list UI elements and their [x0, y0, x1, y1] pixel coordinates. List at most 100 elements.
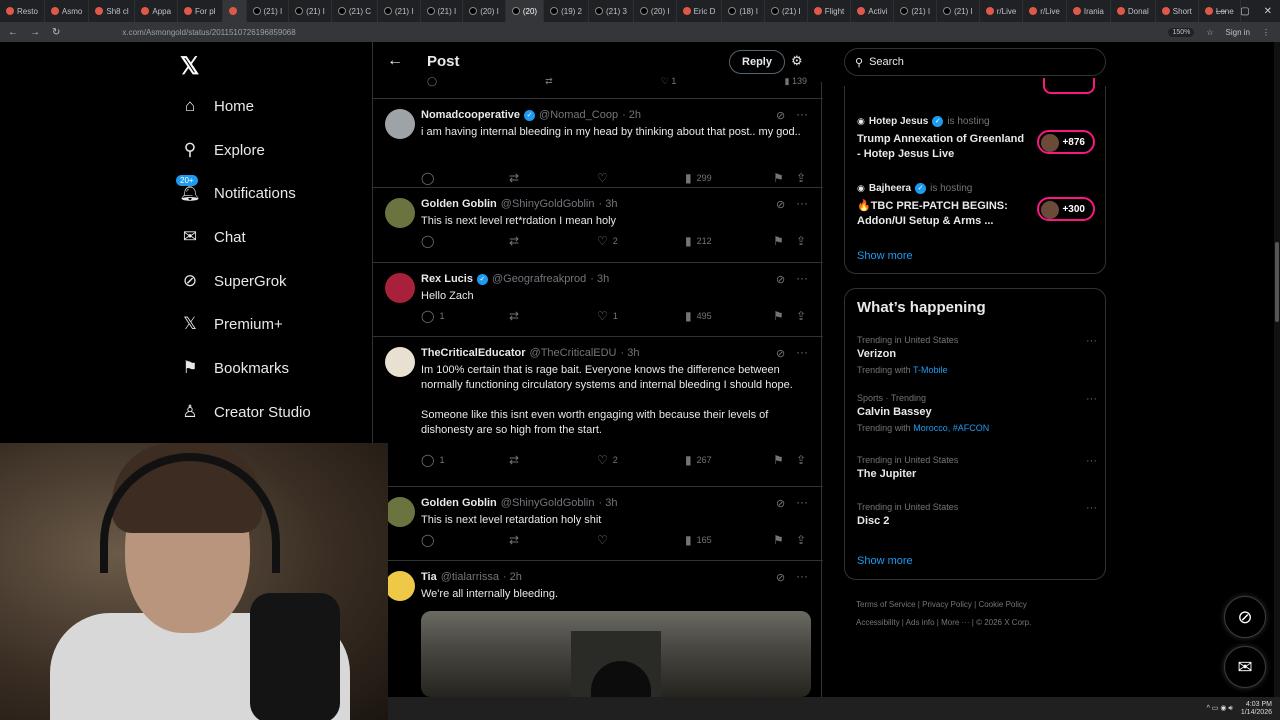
- live-listener-badge[interactable]: +300: [1037, 197, 1095, 221]
- avatar[interactable]: [385, 571, 415, 601]
- back-arrow-icon[interactable]: ←: [387, 52, 403, 70]
- browser-tab[interactable]: Asmo: [45, 0, 90, 22]
- more-options-icon[interactable]: ···: [796, 107, 808, 121]
- bookmark-button[interactable]: ⚑: [773, 234, 784, 248]
- footer-link[interactable]: Privacy Policy: [922, 600, 972, 609]
- extensions-icon[interactable]: ⋮: [1262, 28, 1270, 37]
- sidebar-item-home[interactable]: ⌂ Home: [180, 96, 254, 116]
- tweet-time[interactable]: · 3h: [599, 198, 618, 210]
- maximize-icon[interactable]: ▢: [1240, 6, 1249, 17]
- browser-tab[interactable]: [222, 0, 247, 22]
- grok-icon[interactable]: ⊘: [776, 347, 785, 360]
- trend-related-link[interactable]: T-Mobile: [913, 365, 948, 375]
- grok-icon[interactable]: ⊘: [776, 109, 785, 122]
- browser-tab[interactable]: Activi: [851, 0, 895, 22]
- avatar[interactable]: [385, 273, 415, 303]
- sidebar-item-premium-[interactable]: 𝕏 Premium+: [180, 314, 283, 334]
- messages-fab-button[interactable]: ✉: [1224, 646, 1266, 688]
- more-options-icon[interactable]: ···: [796, 569, 808, 583]
- footer-link[interactable]: Cookie Policy: [978, 600, 1026, 609]
- star-icon[interactable]: ☆: [1206, 28, 1213, 37]
- trend-more-icon[interactable]: ···: [1086, 455, 1097, 467]
- grok-fab-button[interactable]: ⊘: [1224, 596, 1266, 638]
- share-button[interactable]: ⇪: [796, 234, 806, 248]
- avatar[interactable]: [385, 497, 415, 527]
- browser-tab[interactable]: (21) 3: [589, 0, 634, 22]
- browser-tab[interactable]: (21) I: [289, 0, 332, 22]
- sidebar-item-explore[interactable]: ⚲ Explore: [180, 140, 265, 160]
- views-button[interactable]: ▮ 267: [685, 453, 712, 467]
- more-options-icon[interactable]: ···: [796, 271, 808, 285]
- tweet-time[interactable]: · 3h: [599, 497, 618, 509]
- sign-in-button[interactable]: Sign in: [1226, 28, 1250, 37]
- like-button[interactable]: ♡ 2: [597, 234, 618, 248]
- browser-tab[interactable]: (20): [505, 0, 545, 22]
- trend-item[interactable]: Trending in United States Verizon Trending…: [857, 335, 1097, 375]
- footer-link[interactable]: Terms of Service: [856, 600, 916, 609]
- tweet-reply[interactable]: Tia @tialarrissa · 2h ⊘ ··· We're all interna…: [373, 560, 823, 720]
- url-field[interactable]: x.com/Asmongold/status/20115107261968590…: [122, 28, 295, 37]
- x-logo-icon[interactable]: 𝕏: [180, 52, 199, 81]
- back-icon[interactable]: ←: [8, 27, 18, 38]
- views-button[interactable]: ▮ 212: [685, 234, 712, 248]
- browser-tab[interactable]: (21) I: [765, 0, 808, 22]
- scrollbar-thumb[interactable]: [1275, 242, 1279, 322]
- live-space-item[interactable]: ◉ Bajheera ✓ is hosting 🔥TBC PRE-PATCH BEGIN…: [857, 183, 1097, 229]
- zoom-level[interactable]: 150%: [1168, 27, 1195, 37]
- forward-icon[interactable]: →: [30, 27, 40, 38]
- host-name[interactable]: Bajheera: [869, 183, 911, 194]
- tweet-reply[interactable]: Rex Lucis ✓ @Geografreakprod · 3h ⊘ ··· Hello …: [373, 262, 823, 336]
- author-name[interactable]: Golden Goblin: [421, 198, 497, 210]
- reply-button[interactable]: ◯: [421, 533, 439, 547]
- tweet-time[interactable]: · 2h: [503, 571, 522, 583]
- browser-tab[interactable]: For pl: [178, 0, 223, 22]
- bookmark-button[interactable]: ⚑: [773, 533, 784, 547]
- browser-tab[interactable]: (18) I: [722, 0, 766, 22]
- trend-item[interactable]: Trending in United States Disc 2 ···: [857, 502, 1097, 527]
- author-name[interactable]: TheCriticalEducator: [421, 347, 526, 359]
- avatar[interactable]: [385, 347, 415, 377]
- retweet-button[interactable]: ⇄: [509, 171, 524, 185]
- share-button[interactable]: ⇪: [796, 171, 806, 185]
- tweet-reply[interactable]: TheCriticalEducator @TheCriticalEDU · 3h ⊘ ·…: [373, 336, 823, 486]
- live-listener-badge[interactable]: +876: [1037, 130, 1095, 154]
- tray-icons[interactable]: ^ ▭ ◉ 🔊︎: [1207, 704, 1233, 713]
- bookmark-button[interactable]: ⚑: [773, 453, 784, 467]
- sidebar-item-creator-studio[interactable]: ♙ Creator Studio: [180, 402, 310, 422]
- bookmark-button[interactable]: ⚑: [773, 309, 784, 323]
- browser-tab[interactable]: Flight: [808, 0, 852, 22]
- reply-button[interactable]: Reply: [729, 50, 785, 74]
- host-name[interactable]: Hotep Jesus: [869, 116, 928, 127]
- filter-icon[interactable]: ⚙: [791, 53, 803, 69]
- avatar[interactable]: [385, 198, 415, 228]
- tweet-reply[interactable]: Golden Goblin @ShinyGoldGoblin · 3h ⊘ ··· Thi…: [373, 187, 823, 262]
- author-handle[interactable]: @ShinyGoldGoblin: [501, 497, 595, 509]
- search-input[interactable]: ⚲ Search: [844, 48, 1106, 76]
- browser-tab[interactable]: r/Live: [1023, 0, 1067, 22]
- sidebar-item-bookmarks[interactable]: ⚑ Bookmarks: [180, 358, 289, 378]
- trend-item[interactable]: Trending in United States The Jupiter ···: [857, 455, 1097, 480]
- like-icon[interactable]: ♡ 1: [661, 76, 677, 90]
- tweet-time[interactable]: · 3h: [590, 273, 609, 285]
- tweet-reply[interactable]: Golden Goblin @ShinyGoldGoblin · 3h ⊘ ··· Thi…: [373, 486, 823, 560]
- trend-related-link[interactable]: Morocco, #AFCON: [913, 423, 989, 433]
- browser-tab[interactable]: (21) I: [378, 0, 421, 22]
- footer-link[interactable]: Accessibility: [856, 618, 900, 627]
- author-name[interactable]: Golden Goblin: [421, 497, 497, 509]
- browser-tab[interactable]: Appa: [135, 0, 179, 22]
- retweet-button[interactable]: ⇄: [509, 453, 524, 467]
- like-button[interactable]: ♡ 2: [597, 453, 618, 467]
- more-options-icon[interactable]: ···: [796, 495, 808, 509]
- retweet-button[interactable]: ⇄: [509, 234, 524, 248]
- retweet-button[interactable]: ⇄: [509, 309, 524, 323]
- bookmark-button[interactable]: ⚑: [773, 171, 784, 185]
- author-handle[interactable]: @Geografreakprod: [492, 273, 586, 285]
- more-options-icon[interactable]: ···: [796, 196, 808, 210]
- browser-tab[interactable]: Resto: [0, 0, 45, 22]
- live-space-item[interactable]: ◉ Hotep Jesus ✓ is hosting Trump Annexation …: [857, 116, 1097, 162]
- browser-tab[interactable]: (21) I: [421, 0, 464, 22]
- sidebar-item-supergrok[interactable]: ⊘ SuperGrok: [180, 271, 287, 291]
- tweet-reply[interactable]: Nomadcooperative ✓ @Nomad_Coop · 2h ⊘ ··· i am…: [373, 98, 823, 187]
- browser-tab[interactable]: r/Live: [980, 0, 1024, 22]
- author-name[interactable]: Nomadcooperative: [421, 109, 520, 121]
